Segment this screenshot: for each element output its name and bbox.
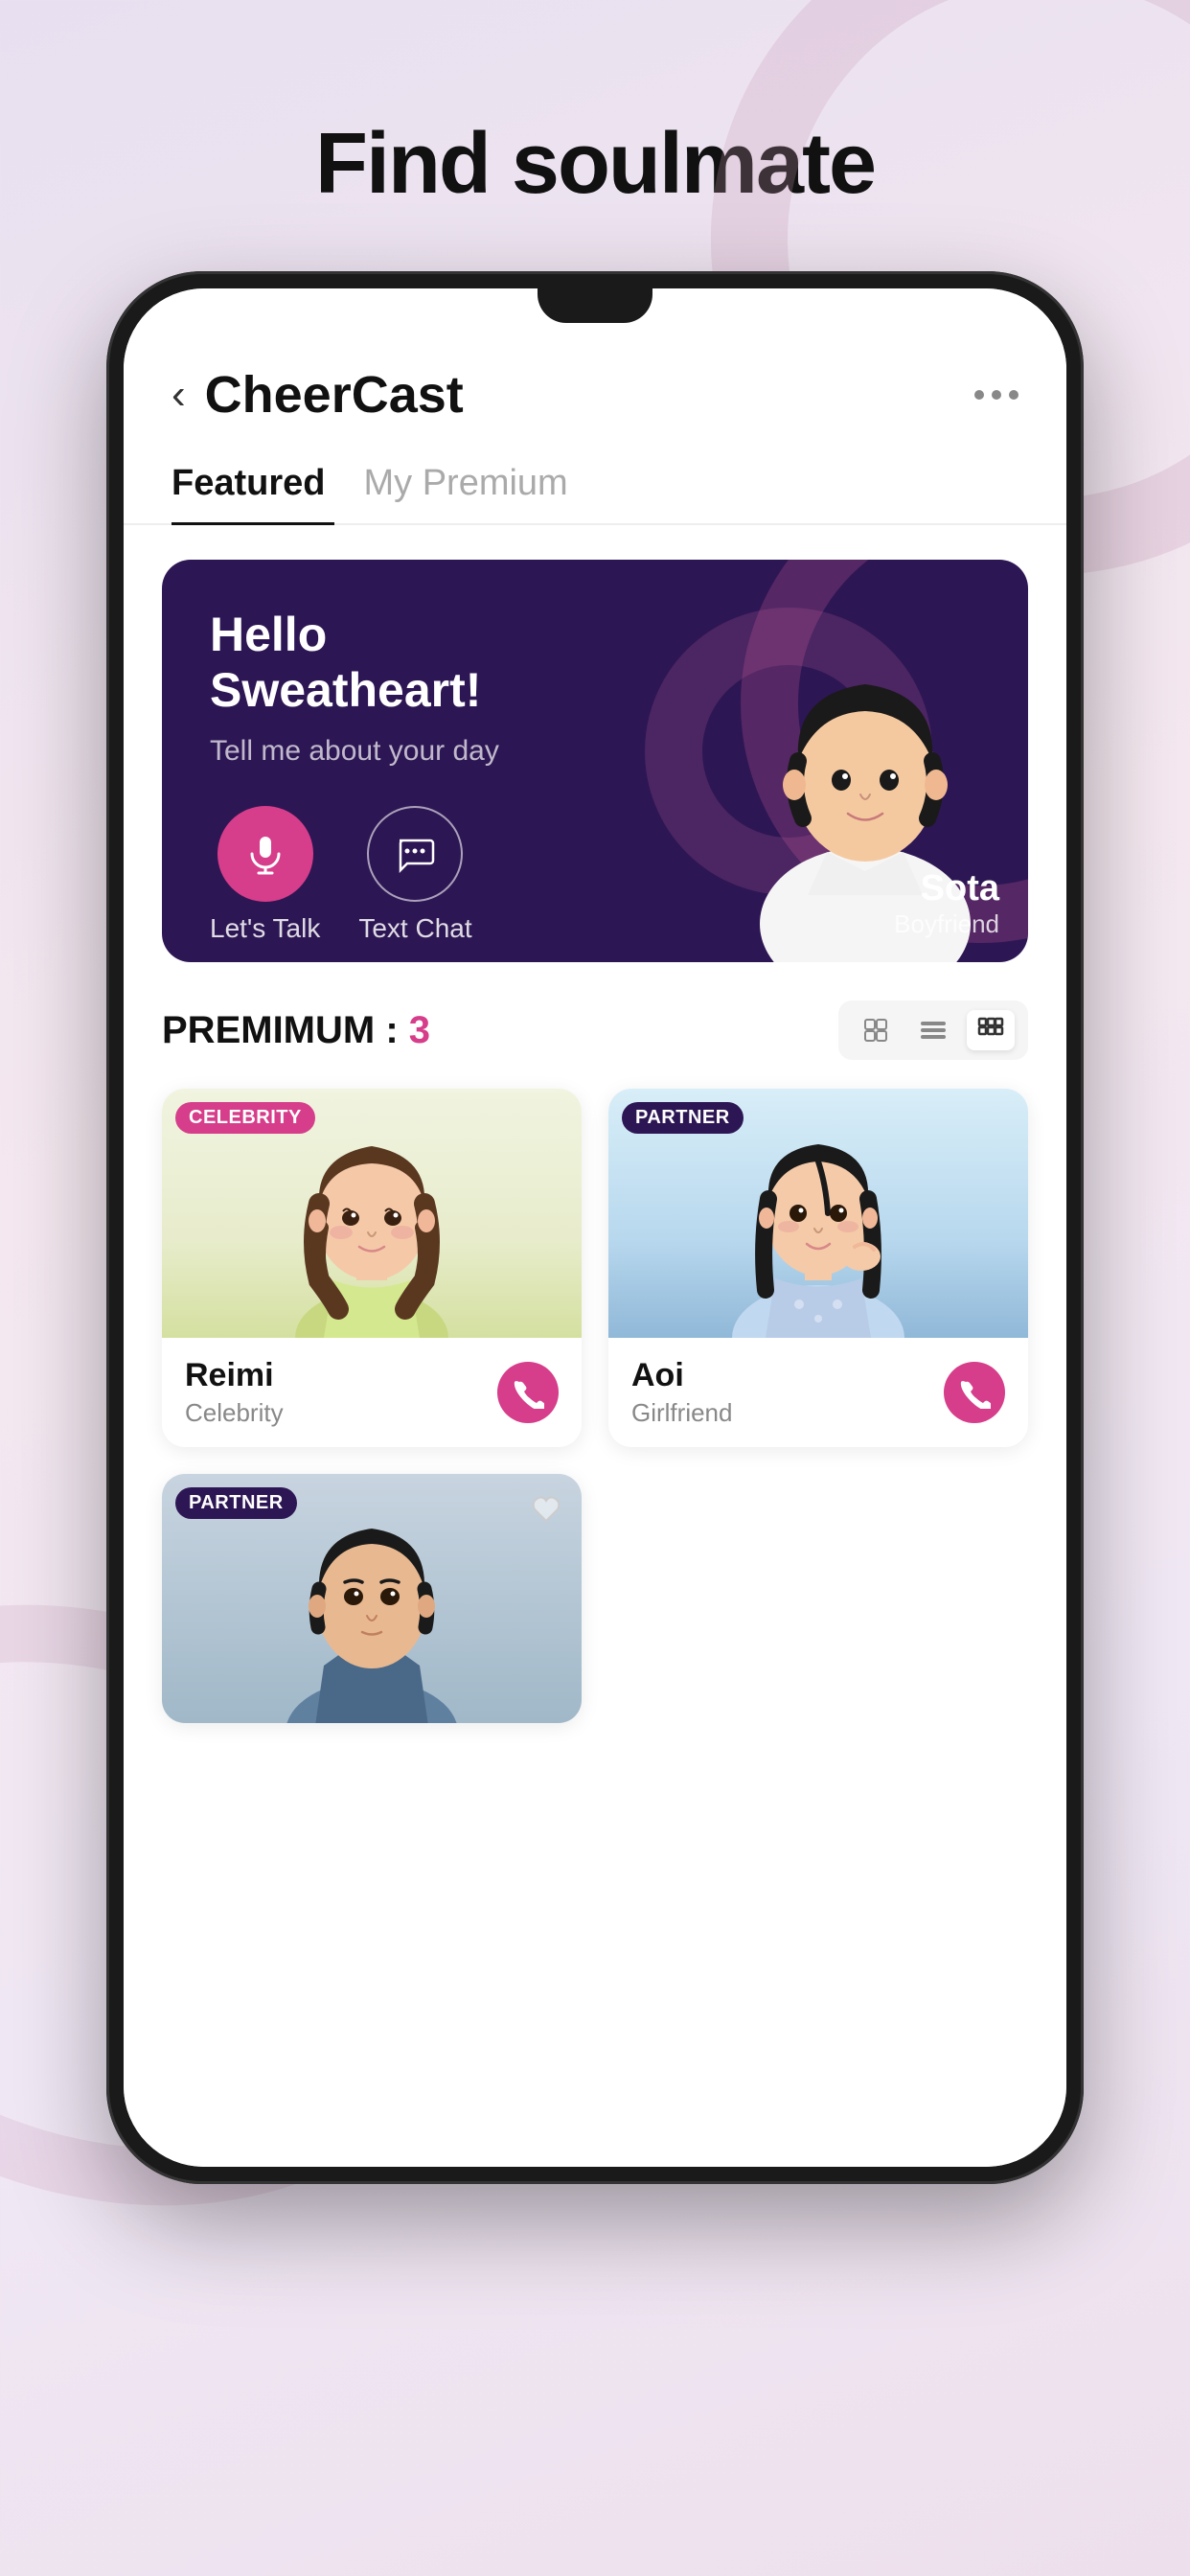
aoi-name: Aoi [631,1357,732,1394]
reimi-text: Reimi Celebrity [185,1357,284,1428]
app-title: CheerCast [205,365,974,425]
chat-icon [394,833,436,875]
banner-actions: Let's Talk [210,806,499,944]
back-button[interactable]: ‹ [172,371,186,419]
card-aoi[interactable]: PARTNER [608,1089,1028,1447]
phone-call-icon-aoi [958,1376,991,1409]
tab-my-premium[interactable]: My Premium [363,444,606,523]
reimi-portrait: CELEBRITY [162,1089,582,1338]
reimi-name: Reimi [185,1357,284,1394]
premium-count: 3 [409,1009,430,1051]
aoi-call-button[interactable] [944,1362,1005,1423]
more-dot-3 [1009,390,1018,400]
tab-bar: Featured My Premium [124,444,1066,525]
card-reimi[interactable]: CELEBRITY [162,1089,582,1447]
list-view-icon [919,1016,948,1045]
cards-grid: CELEBRITY [162,1089,1028,1723]
premium-section: PREMIMUM : 3 [124,962,1066,1723]
aoi-portrait: PARTNER [608,1089,1028,1338]
grid-view-button[interactable] [967,1010,1015,1050]
tab-featured[interactable]: Featured [172,444,363,523]
more-menu-button[interactable] [974,390,1018,400]
featured-banner: Hello Sweatheart! Tell me about your day [162,560,1028,962]
more-dot-2 [992,390,1001,400]
male-badge: PARTNER [175,1487,297,1519]
text-chat-label: Text Chat [358,913,471,944]
aoi-badge: PARTNER [622,1102,744,1134]
male-face-svg [266,1474,477,1723]
premium-title: PREMIMUM : 3 [162,1009,430,1052]
banner-subtitle: Tell me about your day [210,735,499,768]
page-title: Find soulmate [315,115,875,214]
premium-header: PREMIMUM : 3 [162,1000,1028,1060]
card-male-partner[interactable]: PARTNER [162,1474,582,1723]
character-sota-role: Boyfriend [894,909,999,939]
list-view-button[interactable] [909,1010,957,1050]
reimi-badge: CELEBRITY [175,1102,315,1134]
card-view-icon [861,1016,890,1045]
banner-text-content: Hello Sweatheart! Tell me about your day [210,608,499,944]
phone-notch [538,288,652,323]
character-sota-name: Sota [894,868,999,909]
lets-talk-label: Let's Talk [210,913,320,944]
app-content: ‹ CheerCast Featured My Premium [124,346,1066,2167]
view-toggle [838,1000,1028,1060]
banner-greeting: Hello Sweatheart! [210,608,499,718]
male-heart-button[interactable] [524,1487,568,1531]
male-portrait: PARTNER [162,1474,582,1723]
reimi-call-button[interactable] [497,1362,559,1423]
mic-icon [244,833,286,875]
aoi-info: Aoi Girlfriend [608,1338,1028,1447]
mic-button-circle [217,806,313,902]
more-dot-1 [974,390,984,400]
app-header: ‹ CheerCast [124,346,1066,434]
lets-talk-button[interactable]: Let's Talk [210,806,320,944]
reimi-info: Reimi Celebrity [162,1338,582,1447]
character-name-label: Sota Boyfriend [894,868,999,939]
phone-screen: ‹ CheerCast Featured My Premium [124,288,1066,2167]
text-chat-button[interactable]: Text Chat [358,806,471,944]
heart-icon [529,1492,563,1527]
aoi-face-svg [713,1089,924,1338]
card-view-button[interactable] [852,1010,900,1050]
grid-view-icon [976,1016,1005,1045]
aoi-text: Aoi Girlfriend [631,1357,732,1428]
phone-call-icon-reimi [512,1376,544,1409]
aoi-role: Girlfriend [631,1398,732,1428]
phone-frame: ‹ CheerCast Featured My Premium [106,271,1084,2184]
chat-button-circle [367,806,463,902]
reimi-role: Celebrity [185,1398,284,1428]
